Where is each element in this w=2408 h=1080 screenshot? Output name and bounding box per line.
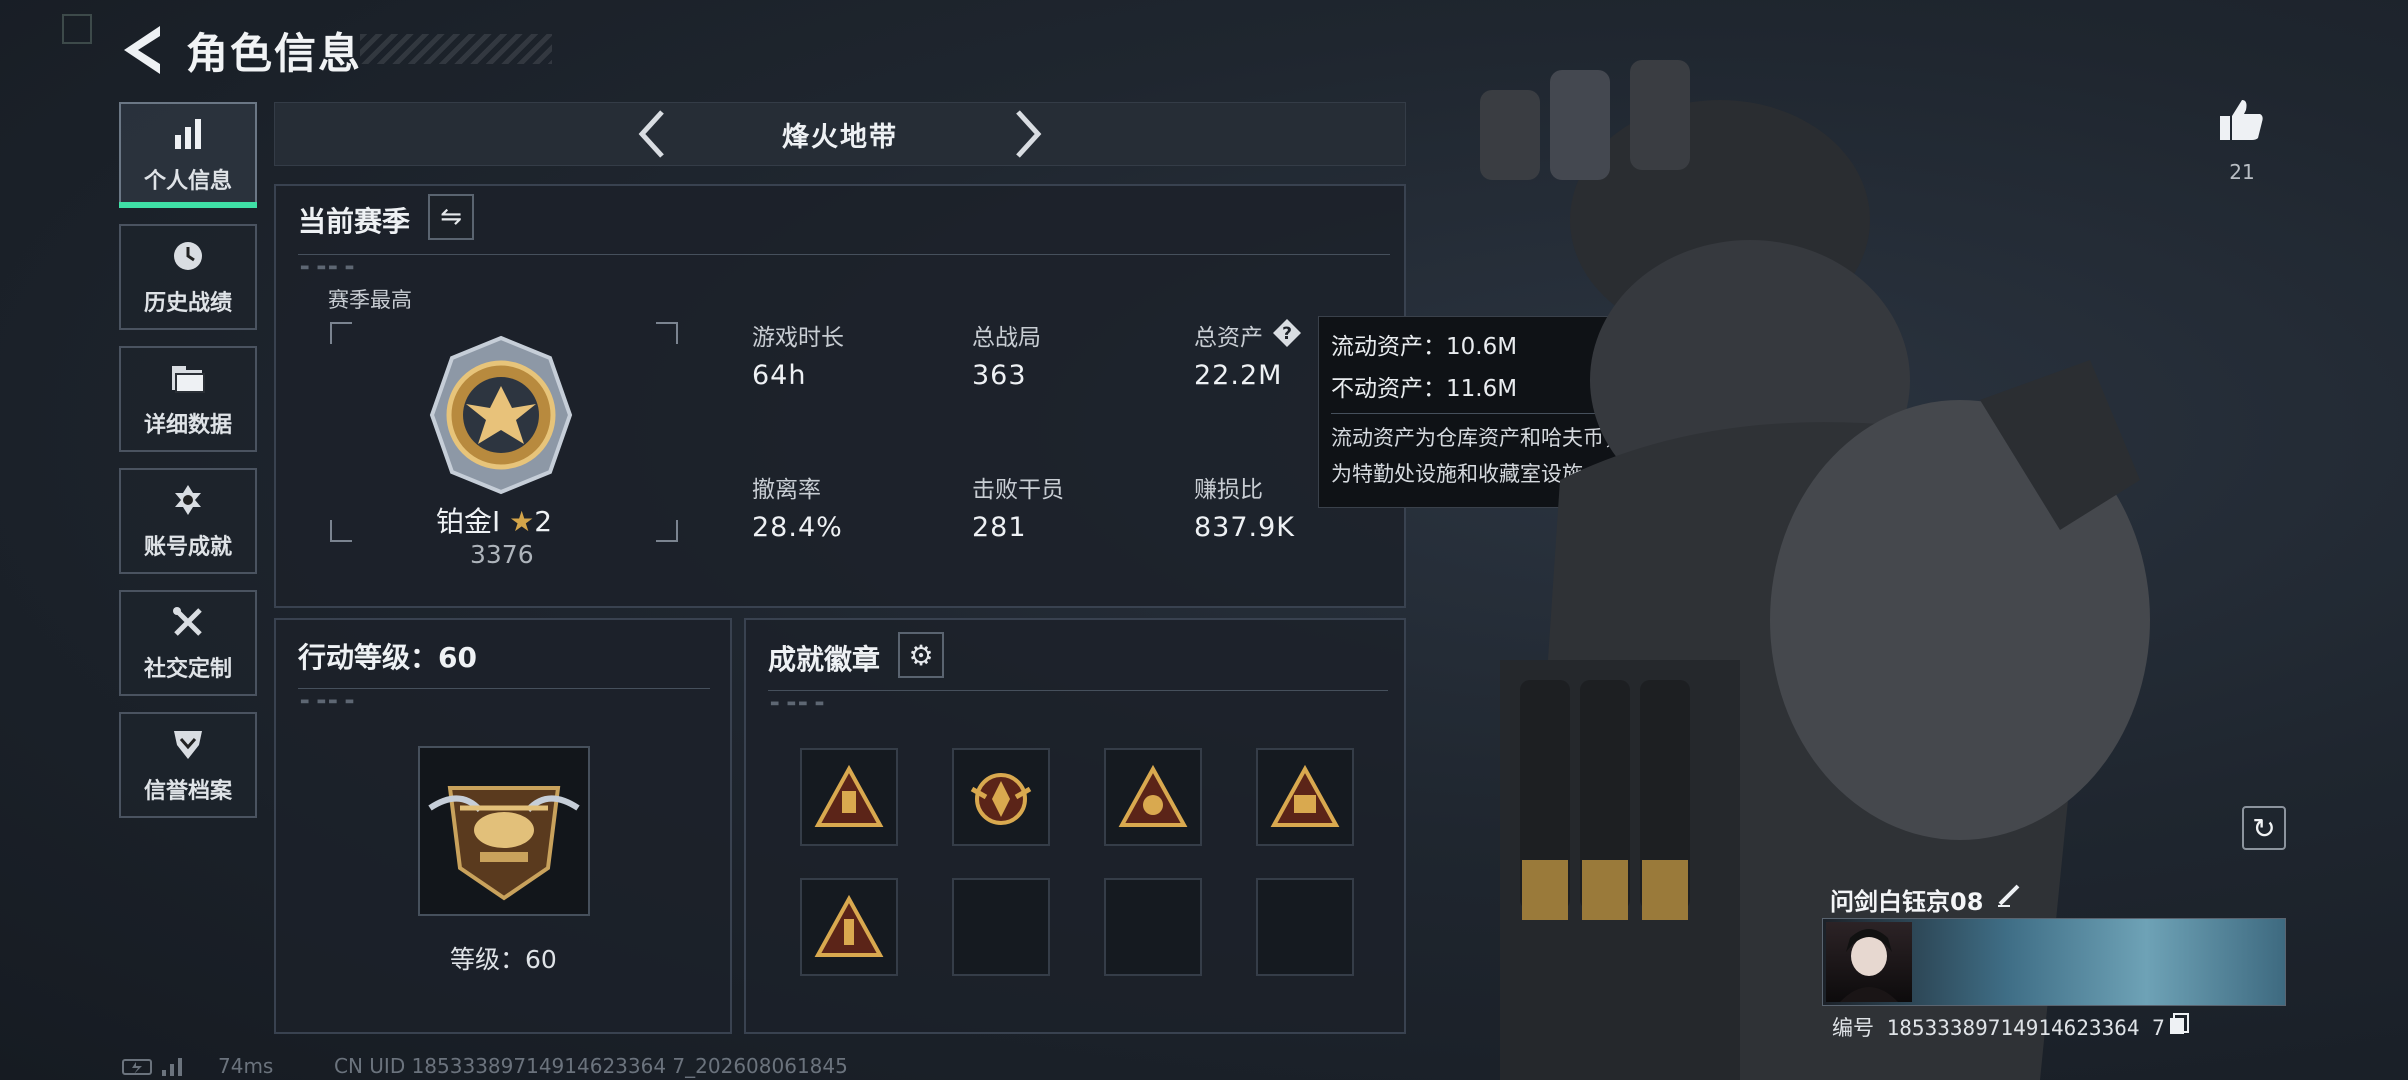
divider-dashes: ▬ ▬▬ ▬	[300, 696, 357, 707]
stat-value-playtime: 64h	[752, 360, 807, 391]
stat-label-total-matches: 总战局	[972, 325, 1041, 351]
achievement-badge[interactable]	[1104, 748, 1202, 846]
page-title: 角色信息	[186, 29, 363, 78]
title-stripes	[360, 34, 552, 64]
stat-value-profit-ratio: 837.9K	[1194, 512, 1296, 543]
level-emblem-frame	[418, 746, 590, 916]
triangle-badge-icon	[814, 895, 884, 957]
divider-dashes: ▬ ▬▬ ▬	[770, 698, 827, 709]
refresh-icon: ↻	[2252, 811, 2276, 845]
rank-score: 3376	[470, 540, 534, 569]
frame-corner	[330, 520, 352, 542]
divider	[298, 254, 1390, 255]
mode-tab-bar: 烽火地带	[274, 102, 1406, 166]
mode-title: 烽火地带	[782, 121, 898, 153]
sidebar-item-label: 详细数据	[143, 413, 232, 438]
star-icon: ★	[509, 505, 535, 538]
sidebar-item-label: 社交定制	[143, 657, 232, 682]
sidebar-item-history[interactable]: 历史战绩	[119, 224, 257, 330]
swap-season-button[interactable]: ⇋	[428, 194, 474, 240]
eagle-badge-icon	[970, 773, 1032, 825]
stat-label-profit-ratio: 赚损比	[1194, 477, 1263, 503]
stat-label-kills: 击败干员	[972, 477, 1064, 503]
gear-icon: ⚙	[908, 638, 934, 672]
clock-icon	[169, 237, 207, 275]
svg-text:?: ?	[1282, 324, 1292, 344]
avatar-portrait-icon	[1840, 929, 1898, 1002]
network-status-icon	[122, 1058, 182, 1076]
season-title: 当前赛季	[298, 205, 411, 238]
player-name: 问剑白钰京08	[1830, 888, 1984, 916]
sidebar-item-label: 账号成就	[143, 535, 232, 560]
season-best-label: 赛季最高	[328, 288, 412, 312]
stat-value-total-matches: 363	[972, 360, 1027, 391]
avatar[interactable]	[1826, 922, 1912, 1002]
corner-decoration	[62, 14, 92, 44]
chevron-left-icon[interactable]	[636, 108, 670, 160]
triangle-badge-icon	[1270, 765, 1340, 827]
sidebar-item-personal-info[interactable]: 个人信息	[119, 102, 257, 208]
active-indicator	[119, 202, 257, 208]
sidebar-item-label: 个人信息	[143, 169, 232, 194]
swap-icon: ⇋	[440, 202, 462, 232]
achievements-title: 成就徽章	[768, 643, 881, 676]
stat-label-playtime: 游戏时长	[752, 325, 844, 351]
triangle-badge-icon	[1118, 765, 1188, 827]
achievements-settings-button[interactable]: ⚙	[898, 632, 944, 678]
rank-emblem-icon	[429, 335, 573, 495]
achievement-slot-empty[interactable]	[1256, 878, 1354, 976]
achievement-slot-empty[interactable]	[1104, 878, 1202, 976]
rank-name: 铂金Ⅰ	[436, 505, 501, 538]
level-text: 等级：60	[450, 945, 557, 974]
help-icon[interactable]: ?	[1272, 318, 1302, 348]
rank-stars: 2	[534, 505, 553, 538]
player-id: 编号 18533389714914623364 7	[1832, 1016, 2165, 1040]
sidebar-item-detailed-data[interactable]: 详细数据	[119, 346, 257, 452]
edit-icon[interactable]	[1996, 880, 2024, 908]
stat-label-total-assets: 总资产	[1194, 325, 1263, 351]
triangle-badge-icon	[814, 765, 884, 827]
frame-corner	[656, 322, 678, 344]
achievement-badge[interactable]	[800, 878, 898, 976]
bar-chart-icon	[169, 115, 207, 153]
sidebar-item-label: 历史战绩	[143, 291, 232, 316]
like-count: 21	[2229, 160, 2255, 184]
divider-dashes: ▬ ▬▬ ▬	[300, 262, 357, 273]
achievement-badge[interactable]	[952, 748, 1050, 846]
divider	[768, 690, 1388, 691]
copy-icon[interactable]	[2168, 1012, 2190, 1036]
achievement-badge[interactable]	[1256, 748, 1354, 846]
sidebar-item-social-custom[interactable]: 社交定制	[119, 590, 257, 696]
helicopter-emblem-icon	[428, 786, 580, 901]
tools-icon	[169, 603, 207, 641]
divider	[298, 688, 710, 689]
frame-corner	[330, 322, 352, 344]
action-level-title: 行动等级：60	[298, 641, 477, 674]
stat-value-extract-rate: 28.4%	[752, 512, 843, 543]
sidebar-item-credit-record[interactable]: 信誉档案	[119, 712, 257, 818]
sidebar-item-account-achievements[interactable]: 账号成就	[119, 468, 257, 574]
folder-icon	[169, 359, 207, 397]
sidebar-item-label: 信誉档案	[143, 779, 232, 804]
achievement-icon	[169, 481, 207, 519]
stat-value-total-assets: 22.2M	[1194, 360, 1283, 391]
shield-icon	[169, 725, 207, 763]
refresh-button[interactable]: ↻	[2242, 806, 2286, 850]
chevron-right-icon[interactable]	[1010, 108, 1044, 160]
achievement-badge[interactable]	[800, 748, 898, 846]
ping-text: 74ms	[218, 1054, 274, 1078]
rank-name-row: 铂金Ⅰ ★2	[436, 500, 552, 540]
stat-value-kills: 281	[972, 512, 1027, 543]
thumbs-up-icon[interactable]	[2218, 96, 2266, 144]
achievement-slot-empty[interactable]	[952, 878, 1050, 976]
frame-corner	[656, 520, 678, 542]
uid-text: CN UID 18533389714914623364 7_2026080618…	[334, 1054, 848, 1078]
stat-label-extract-rate: 撤离率	[752, 477, 821, 503]
back-arrow-icon[interactable]	[118, 22, 168, 78]
